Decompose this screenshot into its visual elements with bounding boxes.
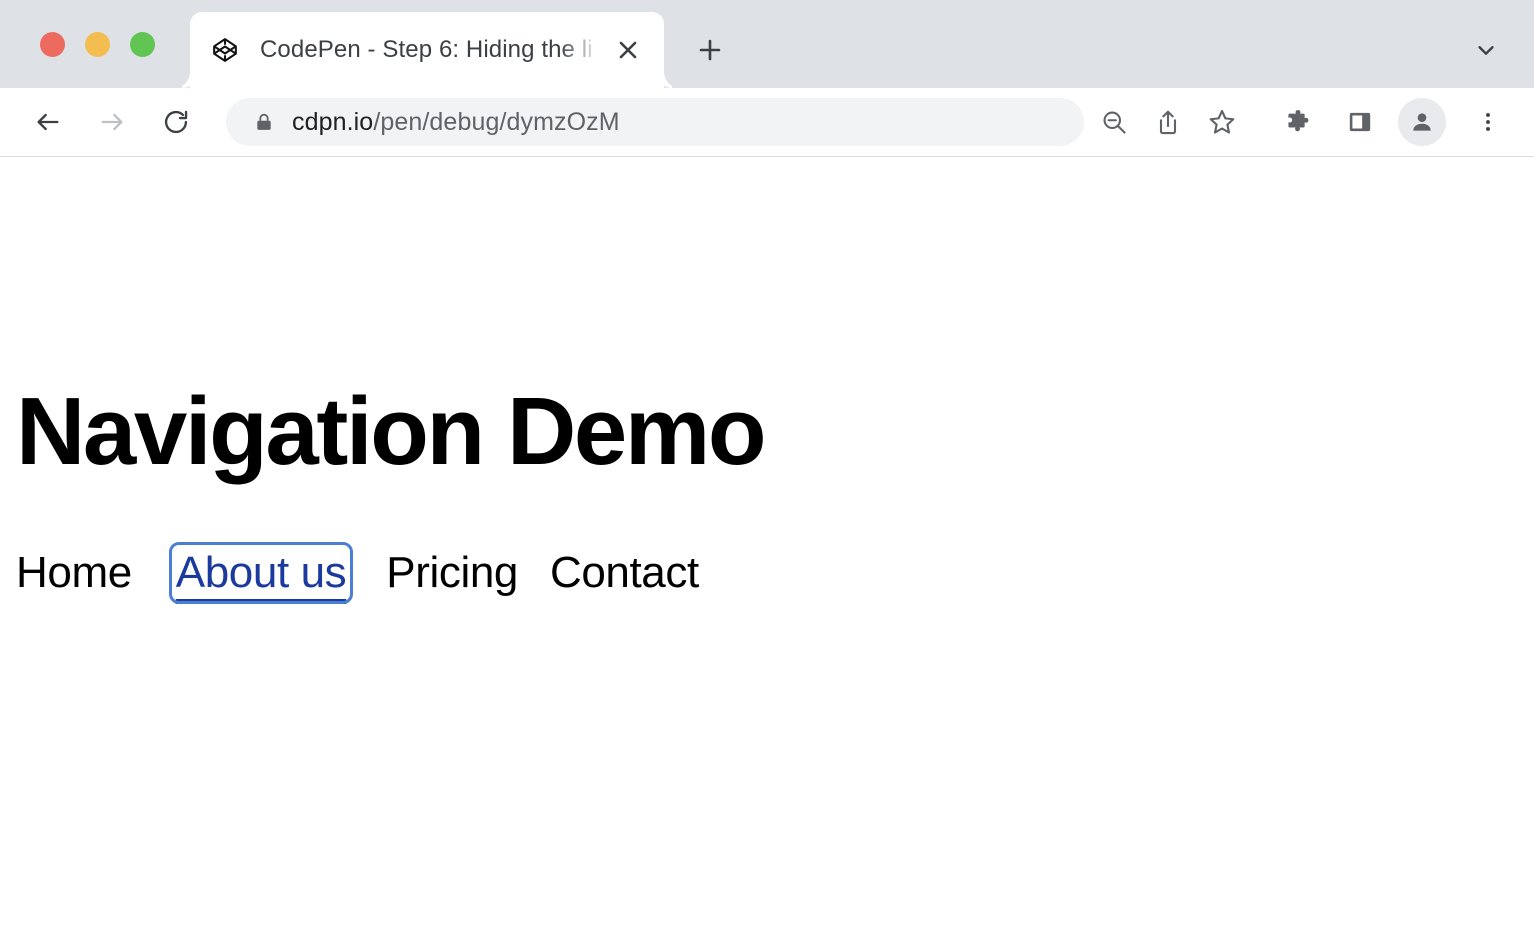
browser-menu-button[interactable]: [1464, 98, 1512, 146]
extensions-puzzle-icon: [1284, 108, 1312, 136]
close-icon: [618, 40, 638, 60]
codepen-logo-icon: [212, 37, 238, 63]
zoom-out-icon: [1100, 108, 1128, 136]
tab-search-button[interactable]: [1464, 28, 1508, 72]
nav-link-contact[interactable]: Contact: [550, 549, 699, 597]
tab-strip: CodePen - Step 6: Hiding the li: [0, 0, 1534, 88]
side-panel-icon: [1347, 109, 1373, 135]
profile-avatar-icon: [1409, 109, 1435, 135]
reload-button[interactable]: [152, 98, 200, 146]
window-maximize-button[interactable]: [130, 32, 155, 57]
window-minimize-button[interactable]: [85, 32, 110, 57]
profile-button[interactable]: [1398, 98, 1446, 146]
three-dot-menu-icon: [1477, 111, 1499, 133]
share-button[interactable]: [1144, 98, 1192, 146]
bookmark-button[interactable]: [1198, 98, 1246, 146]
reload-icon: [162, 108, 190, 136]
page-title: Navigation Demo: [16, 379, 764, 485]
url-text: cdpn.io/pen/debug/dymzOzM: [292, 108, 620, 137]
tab-title-container: CodePen - Step 6: Hiding the li: [260, 33, 606, 67]
share-icon: [1154, 108, 1182, 136]
browser-toolbar: cdpn.io/pen/debug/dymzOzM: [0, 88, 1534, 157]
nav-link-about-us[interactable]: About us: [176, 549, 346, 597]
site-navigation: Home About us Pricing Contact: [16, 549, 731, 597]
arrow-left-icon: [34, 108, 62, 136]
zoom-out-button[interactable]: [1090, 98, 1138, 146]
tab-title: CodePen - Step 6: Hiding the li: [260, 36, 593, 64]
tab-close-button[interactable]: [606, 28, 650, 72]
nav-link-home[interactable]: Home: [16, 549, 132, 597]
window-controls: [40, 32, 155, 57]
url-host: cdpn.io: [292, 108, 373, 136]
lock-icon: [254, 112, 274, 132]
page-viewport: Navigation Demo Home About us Pricing Co…: [0, 157, 1534, 949]
bookmark-star-icon: [1207, 107, 1237, 137]
toolbar-action-group: [1260, 98, 1512, 146]
extensions-button[interactable]: [1274, 98, 1322, 146]
arrow-right-icon: [98, 108, 126, 136]
back-button[interactable]: [24, 98, 72, 146]
browser-window: CodePen - Step 6: Hiding the li: [0, 0, 1534, 950]
plus-icon: [698, 38, 722, 62]
window-close-button[interactable]: [40, 32, 65, 57]
chevron-down-icon: [1475, 39, 1497, 61]
browser-tab-active[interactable]: CodePen - Step 6: Hiding the li: [190, 12, 664, 88]
address-bar[interactable]: cdpn.io/pen/debug/dymzOzM: [226, 98, 1084, 146]
url-path: /pen/debug/dymzOzM: [373, 108, 619, 136]
nav-link-pricing[interactable]: Pricing: [386, 549, 518, 597]
forward-button[interactable]: [88, 98, 136, 146]
side-panel-button[interactable]: [1336, 98, 1384, 146]
new-tab-button[interactable]: [686, 26, 734, 74]
